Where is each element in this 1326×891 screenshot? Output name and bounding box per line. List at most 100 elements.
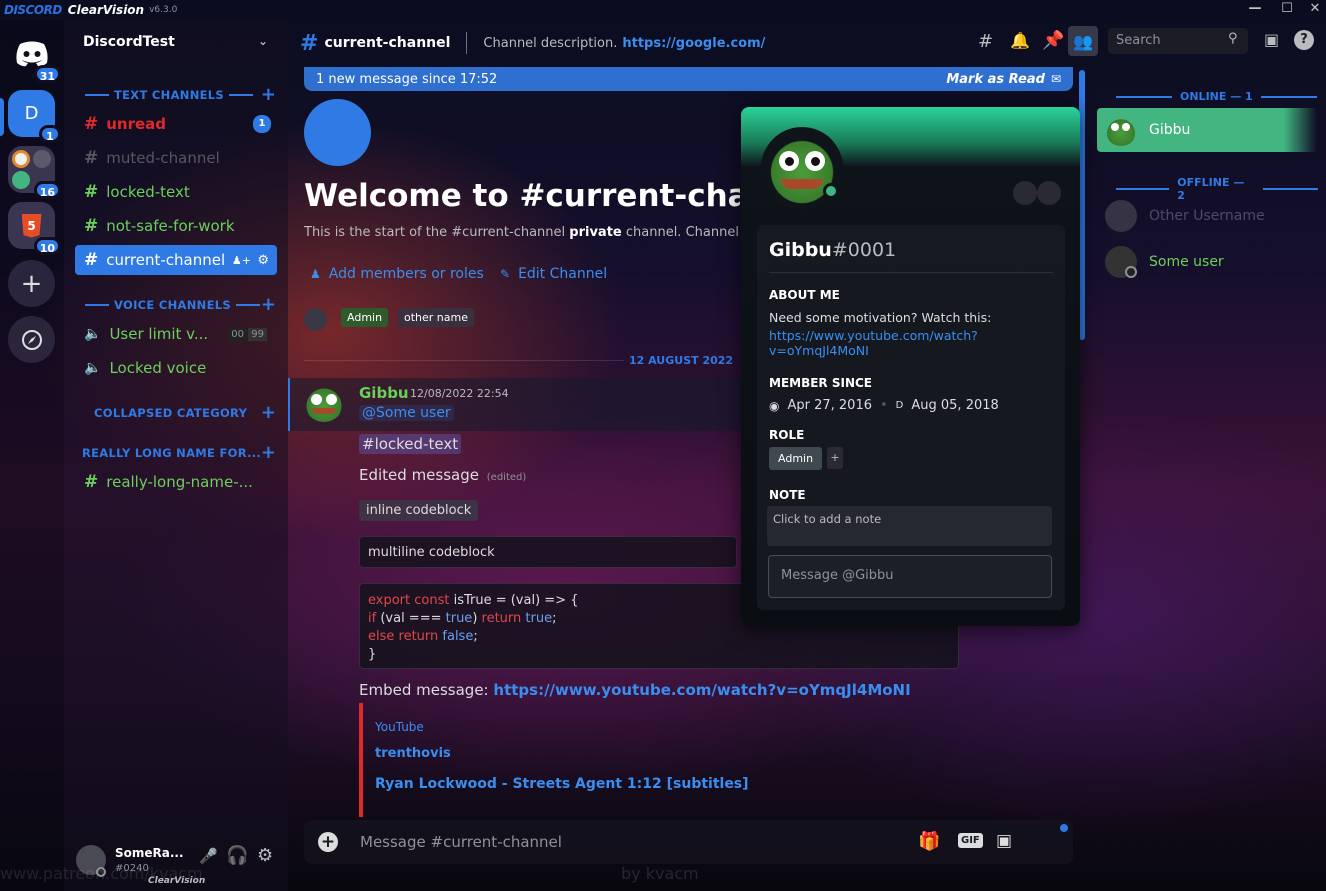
- explore-button[interactable]: [8, 316, 55, 363]
- user-popout: Gibbu#0001 ABOUT ME Need some motivation…: [741, 107, 1080, 626]
- guild-name[interactable]: DiscordTest: [83, 34, 175, 50]
- member-some-user[interactable]: Some user: [1097, 244, 1317, 284]
- gift-icon[interactable]: 🎁: [918, 831, 940, 852]
- author-avatar[interactable]: [304, 382, 344, 422]
- message-author[interactable]: Gibbu: [359, 384, 409, 402]
- channel-muted[interactable]: # muted-channel: [75, 143, 277, 173]
- member-gibbu[interactable]: Gibbu: [1097, 108, 1317, 152]
- add-user-icon: ♟: [310, 267, 321, 281]
- home-badge: 31: [33, 65, 61, 83]
- discord-icon: ◉: [769, 398, 780, 413]
- plus-icon: +: [20, 268, 43, 299]
- channel-unread[interactable]: # unread 1: [75, 109, 277, 139]
- add-members-button[interactable]: ♟ Add members or roles: [310, 266, 484, 282]
- category-collapsed-label: COLLAPSED CATEGORY: [94, 406, 248, 420]
- about-me-heading: ABOUT ME: [769, 288, 840, 302]
- hash-icon: #: [300, 30, 319, 56]
- add-role-button[interactable]: +: [827, 447, 843, 469]
- welcome-subtitle: This is the start of the #current-channe…: [304, 225, 740, 240]
- date-divider-line: [304, 360, 624, 361]
- channel-nsfw[interactable]: # not-safe-for-work: [75, 211, 277, 241]
- add-voice-channel-icon[interactable]: +: [261, 296, 276, 314]
- about-me-text: Need some motivation? Watch this:: [769, 310, 992, 325]
- title-bar: DISCORD ClearVision v6.3.0 — ☐ ✕: [0, 0, 1326, 20]
- status-offline-icon: [1125, 266, 1137, 278]
- channel-locked-voice[interactable]: 🔈 Locked voice: [75, 353, 277, 383]
- member-name: Other Username: [1149, 208, 1265, 224]
- embed-link[interactable]: https://www.youtube.com/watch?v=oYmqJl4M…: [493, 681, 910, 699]
- close-button[interactable]: ✕: [1300, 0, 1326, 18]
- channel-voice-limit[interactable]: 🔈 User limit v... 00 99: [75, 319, 277, 349]
- popout-body: Gibbu#0001 ABOUT ME Need some motivation…: [757, 225, 1065, 610]
- channel-current[interactable]: # current-channel ♟+ ⚙: [75, 245, 277, 275]
- channel-description-link[interactable]: https://google.com/: [622, 36, 765, 51]
- channel-long[interactable]: # really-long-name-...: [75, 467, 277, 497]
- server-icon: D: [895, 400, 904, 411]
- minimize-button[interactable]: —: [1240, 0, 1270, 18]
- user-mention[interactable]: @Some user: [359, 405, 454, 421]
- message-input[interactable]: Message #current-channel: [360, 833, 562, 851]
- mark-read-icon: ✉: [1050, 72, 1061, 86]
- sticker-icon[interactable]: ▣: [996, 831, 1012, 851]
- about-me-link[interactable]: https://www.youtube.com/watch? v=oYmqJl4M…: [769, 328, 978, 358]
- pin-icon[interactable]: 📌: [1042, 30, 1064, 51]
- hash-icon: #: [84, 114, 99, 134]
- category-voice-label: VOICE CHANNELS: [114, 298, 231, 312]
- locked-hash-icon: #: [84, 182, 99, 202]
- note-input[interactable]: Click to add a note: [767, 506, 1052, 546]
- category-voice[interactable]: VOICE CHANNELS: [80, 298, 265, 312]
- message-user-input[interactable]: Message @Gibbu: [768, 555, 1052, 598]
- popout-username: Gibbu#0001: [769, 239, 897, 261]
- member-avatar[interactable]: [304, 308, 327, 331]
- channel-name: unread: [106, 115, 167, 133]
- role-tag-admin: Admin: [341, 308, 389, 327]
- channel-locked-text[interactable]: # locked-text: [75, 177, 277, 207]
- active-server-indicator: [0, 98, 4, 136]
- search-input[interactable]: Search: [1108, 28, 1248, 54]
- nsfw-hash-icon: #: [84, 216, 99, 236]
- new-messages-bar[interactable]: 1 new message since 17:52 Mark as Read ✉: [304, 67, 1073, 91]
- headphones-icon[interactable]: 🎧: [226, 845, 248, 866]
- category-text[interactable]: TEXT CHANNELS: [80, 88, 258, 102]
- bell-icon[interactable]: 🔔: [1010, 31, 1030, 50]
- inbox-icon[interactable]: ▣: [1264, 30, 1279, 49]
- gif-button[interactable]: GIF: [958, 833, 983, 848]
- add-attachment-icon[interactable]: +: [318, 832, 338, 852]
- gear-icon[interactable]: ⚙: [257, 253, 269, 268]
- member-list-icon[interactable]: 👥: [1068, 26, 1098, 56]
- server-folder[interactable]: 16: [8, 146, 61, 199]
- embed-provider[interactable]: YouTube: [375, 720, 424, 734]
- invite-icon[interactable]: ♟+: [232, 254, 251, 267]
- chevron-down-icon[interactable]: ⌄: [258, 34, 268, 48]
- category-collapsed[interactable]: COLLAPSED CATEGORY: [94, 406, 247, 420]
- add-channel-icon[interactable]: +: [261, 444, 276, 462]
- category-long-label: REALLY LONG NAME FOR...: [82, 446, 262, 460]
- popout-divider: [769, 272, 1053, 273]
- maximize-button[interactable]: ☐: [1272, 0, 1302, 18]
- threads-icon[interactable]: #: [978, 31, 993, 52]
- edit-channel-button[interactable]: ✎ Edit Channel: [500, 266, 607, 282]
- embed-author[interactable]: trenthovis: [375, 746, 451, 761]
- server-list: 31 D 1 16 5 10 +: [0, 20, 64, 891]
- new-messages-text: 1 new message since 17:52: [316, 71, 498, 87]
- category-long[interactable]: REALLY LONG NAME FOR...: [82, 446, 261, 460]
- server-d[interactable]: D 1: [8, 90, 61, 143]
- home-button[interactable]: 31: [8, 30, 61, 83]
- embed-title[interactable]: Ryan Lockwood - Streets Agent 1:12 [subt…: [375, 776, 749, 792]
- code-line-3: else return false;: [368, 629, 478, 644]
- mark-as-read-button[interactable]: Mark as Read: [946, 72, 1045, 87]
- add-server-button[interactable]: +: [8, 260, 55, 307]
- add-channel-icon[interactable]: +: [261, 404, 276, 422]
- folder-bot-icon: [12, 171, 30, 189]
- channel-description: Channel description.: [483, 35, 618, 51]
- server-html5[interactable]: 5 10: [8, 202, 61, 255]
- add-channel-icon[interactable]: +: [261, 86, 276, 104]
- gear-icon[interactable]: ⚙: [257, 845, 273, 866]
- channel-avatar: [304, 99, 371, 166]
- watermark-left: www.patreon.com/kvacm: [0, 864, 203, 883]
- help-icon[interactable]: ?: [1294, 30, 1314, 50]
- channel-mention[interactable]: #locked-text: [359, 434, 462, 454]
- member-other-username[interactable]: Other Username: [1097, 198, 1317, 238]
- microphone-icon[interactable]: 🎤: [199, 847, 218, 865]
- message-timestamp: 12/08/2022 22:54: [410, 387, 509, 400]
